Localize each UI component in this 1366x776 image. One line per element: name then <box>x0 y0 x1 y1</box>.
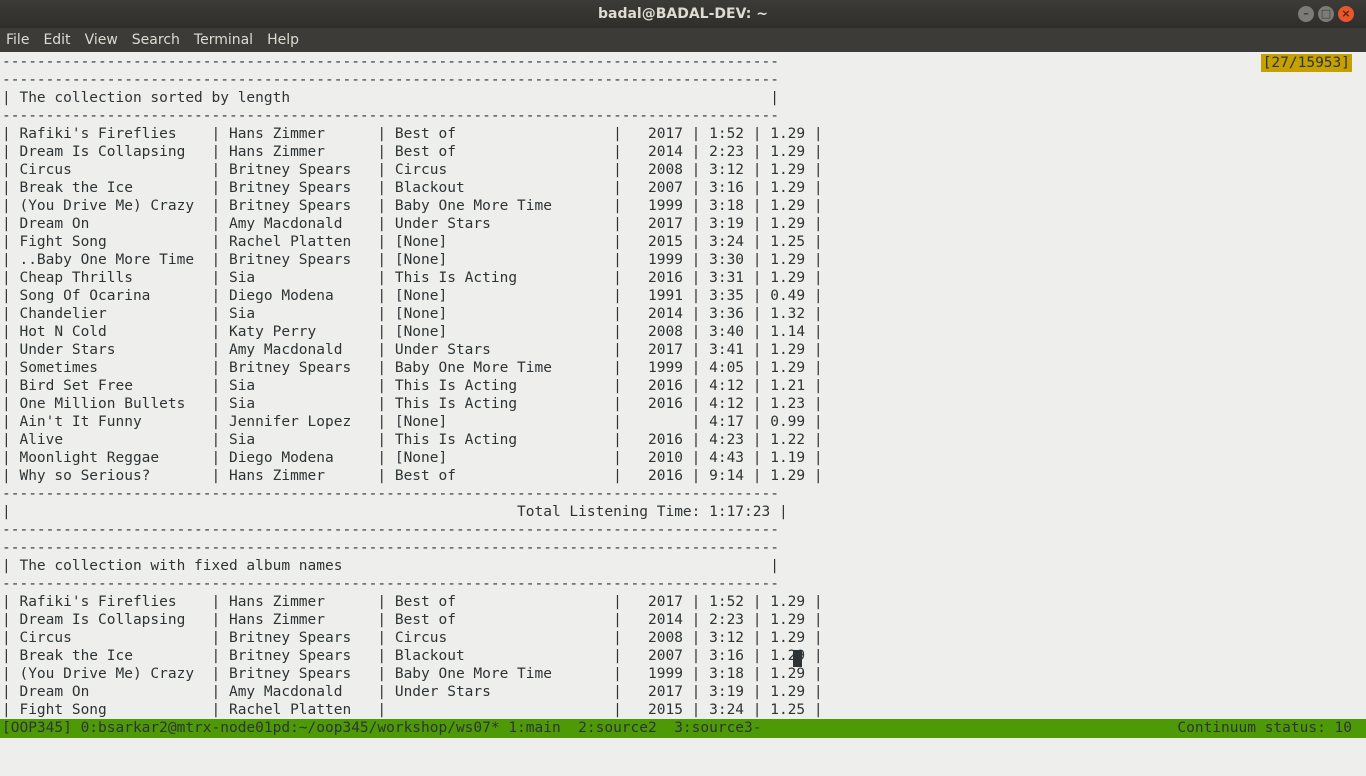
terminal-line: ----------------------------------------… <box>2 576 779 592</box>
close-icon[interactable]: × <box>1338 6 1354 22</box>
terminal-line: | Sometimes | Britney Spears | Baby One … <box>2 360 823 376</box>
scroll-position-indicator: [27/15953] <box>1260 54 1352 72</box>
terminal-line: | Rafiki's Fireflies | Hans Zimmer | Bes… <box>2 594 823 610</box>
menu-bar: File Edit View Search Terminal Help <box>0 28 1366 52</box>
terminal-line: | Ain't It Funny | Jennifer Lopez | [Non… <box>2 414 823 430</box>
menu-search[interactable]: Search <box>132 32 180 48</box>
menu-help[interactable]: Help <box>267 32 299 48</box>
window-title: badal@BADAL-DEV: ~ <box>597 6 769 22</box>
menu-terminal[interactable]: Terminal <box>194 32 253 48</box>
terminal-line: | Hot N Cold | Katy Perry | [None] | 200… <box>2 324 823 340</box>
menu-view[interactable]: View <box>85 32 118 48</box>
terminal-line: | Song Of Ocarina | Diego Modena | [None… <box>2 288 823 304</box>
menu-file[interactable]: File <box>6 32 29 48</box>
terminal-line: ----------------------------------------… <box>2 72 779 88</box>
tmux-status-right: Continuum status: 10 <box>1177 720 1352 736</box>
terminal-line: | The collection with fixed album names … <box>2 558 779 574</box>
terminal-line: ----------------------------------------… <box>2 108 779 124</box>
tmux-window-list[interactable]: [OOP345] 0:bsarkar2@mtrx-node01pd:~/oop3… <box>2 719 762 738</box>
terminal-line: | ..Baby One More Time | Britney Spears … <box>2 252 823 268</box>
terminal-cursor <box>793 650 802 667</box>
terminal-line: ----------------------------------------… <box>2 522 779 538</box>
terminal-line: | Dream On | Amy Macdonald | Under Stars… <box>2 216 823 232</box>
terminal-line: | Fight Song | Rachel Platten | | 2015 |… <box>2 702 823 718</box>
terminal-line: | Circus | Britney Spears | Circus | 200… <box>2 162 823 178</box>
terminal-line: ----------------------------------------… <box>2 54 779 70</box>
terminal-line: | Total Listening Time: 1:17:23 | <box>2 504 788 520</box>
minimize-icon[interactable]: – <box>1298 6 1314 22</box>
terminal-line: | Under Stars | Amy Macdonald | Under St… <box>2 342 823 358</box>
window-controls: – □ × <box>1298 6 1354 22</box>
terminal-line: | (You Drive Me) Crazy | Britney Spears … <box>2 666 823 682</box>
terminal-output: ----------------------------------------… <box>2 53 823 719</box>
terminal-line: ----------------------------------------… <box>2 486 779 502</box>
terminal-line: | Why so Serious? | Hans Zimmer | Best o… <box>2 468 823 484</box>
terminal-line: | Circus | Britney Spears | Circus | 200… <box>2 630 823 646</box>
maximize-icon[interactable]: □ <box>1318 6 1334 22</box>
terminal-line: ----------------------------------------… <box>2 540 779 556</box>
terminal-line: | Dream Is Collapsing | Hans Zimmer | Be… <box>2 144 823 160</box>
window-titlebar[interactable]: badal@BADAL-DEV: ~ – □ × <box>0 0 1366 28</box>
terminal-line: | One Million Bullets | Sia | This Is Ac… <box>2 396 823 412</box>
terminal-line: | Break the Ice | Britney Spears | Black… <box>2 180 823 196</box>
terminal-line: | (You Drive Me) Crazy | Britney Spears … <box>2 198 823 214</box>
terminal-line: | Dream On | Amy Macdonald | Under Stars… <box>2 684 823 700</box>
tmux-status-bar: [OOP345] 0:bsarkar2@mtrx-node01pd:~/oop3… <box>0 719 1366 738</box>
terminal-line: | Bird Set Free | Sia | This Is Acting |… <box>2 378 823 394</box>
terminal-area[interactable]: ----------------------------------------… <box>0 52 1366 741</box>
terminal-line: | Chandelier | Sia | [None] | 2014 | 3:3… <box>2 306 823 322</box>
terminal-line: | Dream Is Collapsing | Hans Zimmer | Be… <box>2 612 823 628</box>
terminal-line: | Alive | Sia | This Is Acting | 2016 | … <box>2 432 823 448</box>
terminal-line: | Rafiki's Fireflies | Hans Zimmer | Bes… <box>2 126 823 142</box>
menu-edit[interactable]: Edit <box>43 32 70 48</box>
terminal-line: | Break the Ice | Britney Spears | Black… <box>2 648 823 664</box>
terminal-line: | Cheap Thrills | Sia | This Is Acting |… <box>2 270 823 286</box>
terminal-line: | The collection sorted by length | <box>2 90 779 106</box>
terminal-line: | Fight Song | Rachel Platten | [None] |… <box>2 234 823 250</box>
terminal-line: | Moonlight Reggae | Diego Modena | [Non… <box>2 450 823 466</box>
